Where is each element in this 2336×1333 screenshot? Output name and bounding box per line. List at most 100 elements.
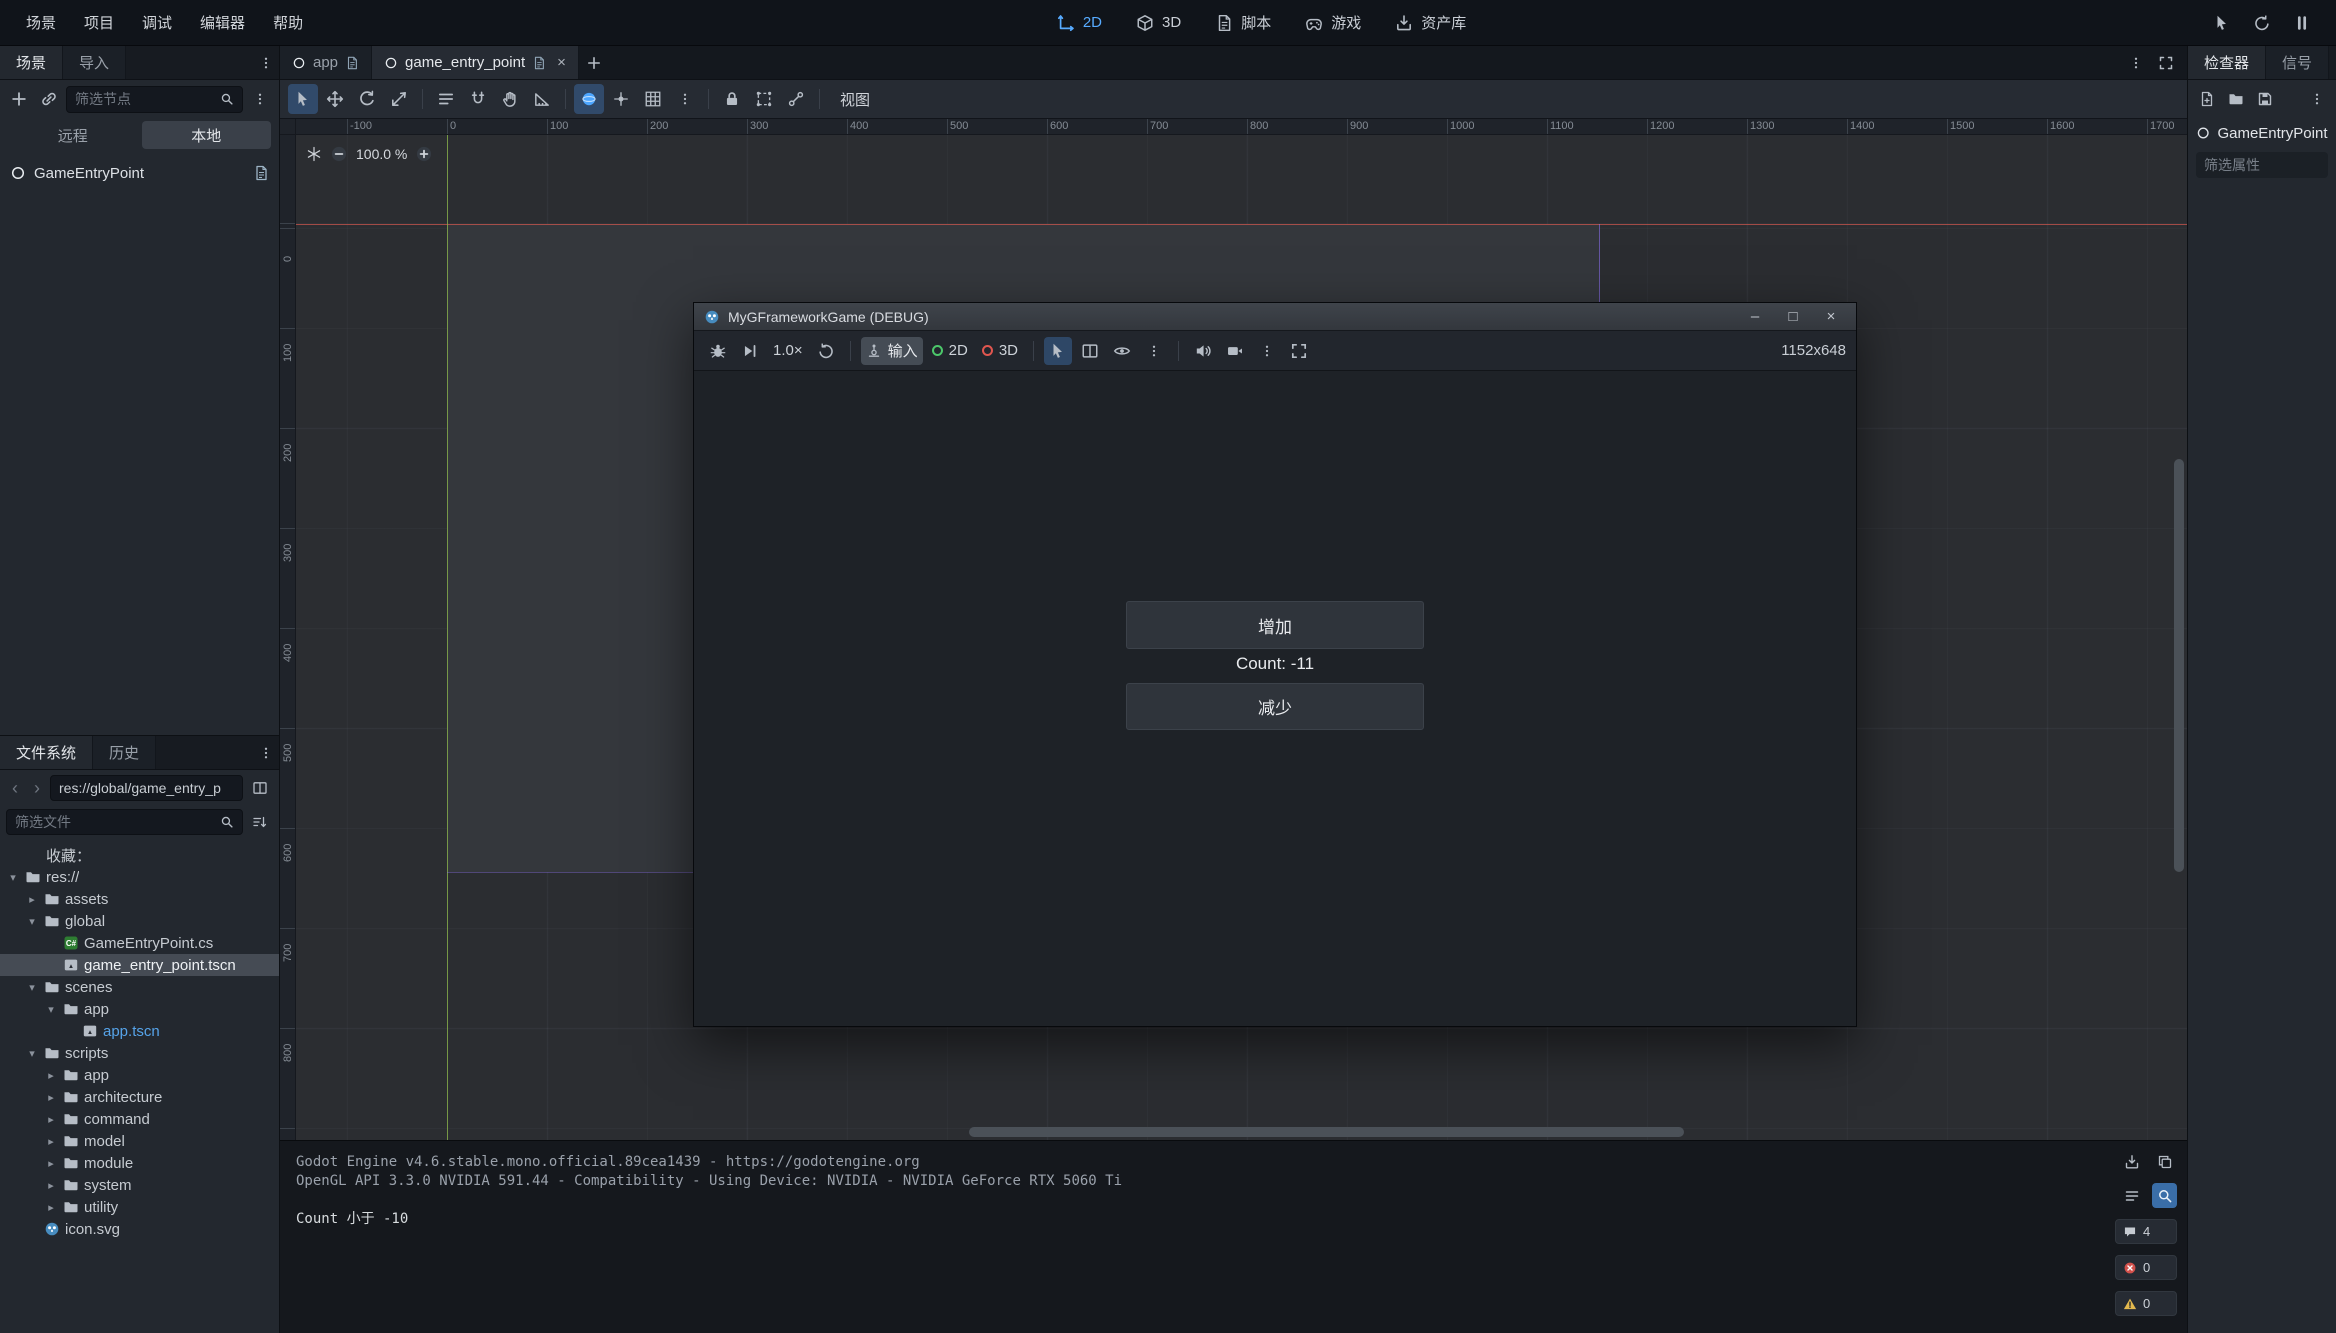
filter-nodes-input[interactable]: 筛选节点 [66,86,243,113]
new-resource-icon[interactable] [2194,86,2220,112]
back-icon[interactable]: ‹ [6,778,24,799]
file-tree-item[interactable]: ▾global [0,910,279,932]
scene-tab-app[interactable]: app [280,46,372,79]
tab-import[interactable]: 导入 [63,46,126,79]
debug-2d-button[interactable]: 2D [927,337,973,365]
zoom-in-icon[interactable] [415,145,433,163]
scene-tree-menu-icon[interactable] [247,92,273,106]
input-mode-button[interactable]: 输入 [861,337,923,365]
file-tree-item[interactable]: ▾scripts [0,1042,279,1064]
tab-history[interactable]: 历史 [93,736,156,769]
forward-icon[interactable]: › [28,778,46,799]
file-tree-item[interactable]: ▸assets [0,888,279,910]
tree-expand-arrow[interactable]: ▾ [44,1003,58,1016]
file-tree-item[interactable]: ▸utility [0,1196,279,1218]
smart-snap-button[interactable] [574,84,604,114]
tree-expand-arrow[interactable]: ▸ [44,1091,58,1104]
file-tree-item[interactable]: ▸model [0,1130,279,1152]
close-icon[interactable]: × [1816,308,1846,325]
ruler-tool-button[interactable] [527,84,557,114]
tree-expand-arrow[interactable]: ▾ [6,871,20,884]
menu-editor[interactable]: 编辑器 [188,8,257,37]
next-frame-icon[interactable] [736,337,764,365]
debug-3d-button[interactable]: 3D [977,337,1023,365]
zoom-level[interactable]: 100.0 % [356,146,407,162]
filter-properties-input[interactable]: 筛选属性 [2196,152,2328,178]
workspace-assetlib[interactable]: 资产库 [1395,12,1466,33]
increase-button[interactable]: 增加 [1126,601,1424,649]
pick-cursor-icon[interactable] [2208,9,2236,37]
warnings-badge[interactable]: 0 [2115,1291,2177,1316]
tab-scene[interactable]: 场景 [0,46,63,79]
snap-indicator-icon[interactable] [306,146,322,162]
add-node-button[interactable] [6,86,32,112]
zoom-out-icon[interactable] [330,145,348,163]
collapse-log-icon[interactable] [2119,1183,2144,1208]
select-tool-button[interactable] [288,84,318,114]
restart-icon[interactable] [2248,9,2276,37]
remote-button[interactable]: 远程 [8,121,138,149]
canvas[interactable]: 100.0 % MyGFrameworkGame (DEBUG) – □ × [296,135,2187,1140]
new-scene-tab-button[interactable] [579,48,609,78]
game-window-titlebar[interactable]: MyGFrameworkGame (DEBUG) – □ × [694,303,1856,331]
tree-expand-arrow[interactable]: ▸ [44,1201,58,1214]
workspace-game[interactable]: 游戏 [1305,12,1361,33]
file-tree-item[interactable]: ▸architecture [0,1086,279,1108]
grid-toggle-button[interactable] [638,84,668,114]
scale-tool-button[interactable] [384,84,414,114]
pivot-tool-button[interactable] [463,84,493,114]
filter-files-input[interactable]: 筛选文件 [6,809,243,835]
scene-tree-root-node[interactable]: GameEntryPoint [0,158,279,188]
menu-project[interactable]: 项目 [72,8,126,37]
tab-filesystem[interactable]: 文件系统 [0,736,93,769]
group-selected-button[interactable] [749,84,779,114]
tab-signals[interactable]: 信号 [2266,46,2329,79]
snap-options-icon[interactable] [670,84,700,114]
canvas-horizontal-scrollbar[interactable] [969,1127,1684,1137]
maximize-icon[interactable]: □ [1778,308,1808,325]
tree-expand-arrow[interactable]: ▸ [44,1179,58,1192]
camera-override-icon[interactable] [1221,337,1249,365]
select-mode-icon[interactable] [1044,337,1072,365]
minimize-icon[interactable]: – [1740,308,1770,325]
scene-dock-menu-icon[interactable] [253,46,279,79]
inspected-node-row[interactable]: GameEntryPoint... [2188,118,2336,148]
file-tree-item[interactable]: ▸command [0,1108,279,1130]
instance-scene-button[interactable] [36,86,62,112]
save-log-icon[interactable] [2119,1149,2144,1174]
list-select-tool-button[interactable] [431,84,461,114]
tree-expand-arrow[interactable]: ▸ [44,1157,58,1170]
reset-speed-icon[interactable] [812,337,840,365]
tab-inspector[interactable]: 检查器 [2188,46,2266,79]
save-resource-icon[interactable] [2252,86,2278,112]
load-resource-icon[interactable] [2223,86,2249,112]
pause-icon[interactable] [2288,9,2316,37]
close-tab-icon[interactable]: × [557,54,566,71]
grid-snap-button[interactable] [606,84,636,114]
mute-audio-icon[interactable] [1189,337,1217,365]
scene-tab-game-entry-point[interactable]: game_entry_point × [372,46,579,79]
workspace-2d[interactable]: 2D [1057,12,1102,33]
tree-expand-arrow[interactable]: ▸ [25,893,39,906]
inspector-menu-icon[interactable] [2304,92,2330,106]
skeleton-options-button[interactable] [781,84,811,114]
menu-debug[interactable]: 调试 [130,8,184,37]
debug-session-icon[interactable] [704,337,732,365]
file-tree-item[interactable]: ▾res:// [0,866,279,888]
file-tree-item[interactable]: icon.svg [0,1218,279,1240]
embed-fullscreen-icon[interactable] [1285,337,1313,365]
decrease-button[interactable]: 减少 [1126,683,1424,730]
visibility-icon[interactable] [1108,337,1136,365]
file-tree-item[interactable]: ▸app [0,1064,279,1086]
split-view-icon[interactable] [247,775,273,801]
tree-expand-arrow[interactable]: ▸ [44,1135,58,1148]
workspace-3d[interactable]: 3D [1136,12,1181,33]
file-tree-item[interactable]: ▸system [0,1174,279,1196]
search-log-icon[interactable] [2152,1183,2177,1208]
tree-expand-arrow[interactable]: ▸ [44,1069,58,1082]
rotate-tool-button[interactable] [352,84,382,114]
pan-tool-button[interactable] [495,84,525,114]
file-tree-item[interactable]: 收藏： [0,844,279,866]
canvas-vertical-scrollbar[interactable] [2174,459,2184,872]
tab-list-menu-icon[interactable] [2121,48,2151,78]
